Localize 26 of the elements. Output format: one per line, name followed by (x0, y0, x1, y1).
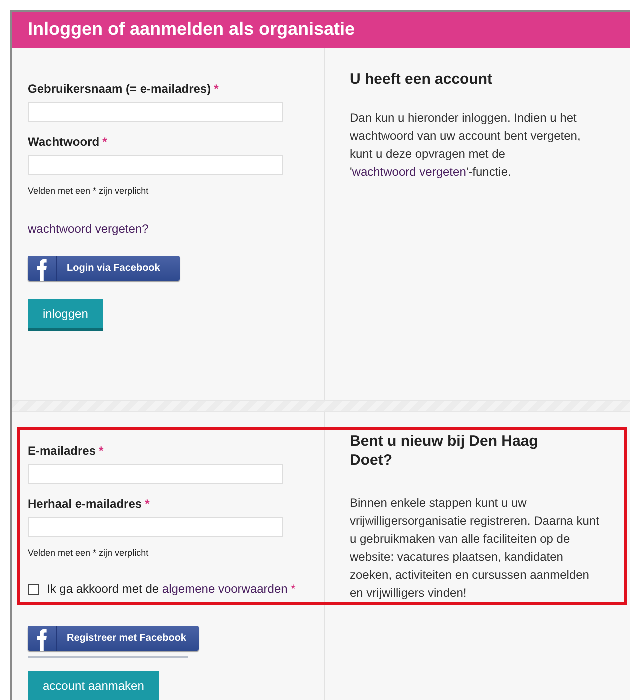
field-label: Gebruikersnaam (= e-mailadres) (28, 82, 212, 96)
required-note: Velden met een * zijn verplicht (28, 186, 150, 196)
field-label: E-mailadres (28, 444, 96, 458)
input-field[interactable] (28, 102, 283, 122)
agreement-checkbox[interactable] (28, 584, 39, 594)
input-field[interactable] (28, 155, 283, 175)
input-field[interactable] (28, 464, 283, 484)
terms-link[interactable]: algemene voorwaarden (162, 582, 288, 596)
required-mark: * (145, 497, 150, 511)
required-note: Velden met een * zijn verplicht (28, 548, 150, 558)
required-mark: * (99, 444, 104, 458)
facebook-button[interactable]: Login via Facebook (28, 256, 180, 281)
required-mark: * (102, 135, 108, 149)
forgot-password-link[interactable]: wachtwoord vergeten (352, 165, 466, 179)
info-paragraph: Dan kun u hieronder inloggen. Indien u het wachtwoord van uw account bent vergeten, kunt u deze opvragen met de 'wachtwoord vergeten'-functie. (350, 110, 582, 181)
field-label: Herhaal e-mailadres (28, 497, 142, 511)
facebook-button[interactable]: Registreer met Facebook (28, 626, 198, 651)
page-title: Inloggen of aanmelden als organisatie (12, 12, 630, 48)
section-heading: U heeft een account (350, 70, 494, 89)
info-paragraph: Binnen enkele stappen kunt u uw vrijwilligersorganisatie registreren. Daarna kunt u gebruikmaken van alle faciliteiten op de website: vacatures plaatsen, kandidaten zoeken, activiteiten en cursussen aanmelden en vrijwilligers vinden! (350, 495, 600, 602)
forgot-password-link[interactable]: wachtwoord vergeten? (28, 222, 149, 236)
agreement-label: Ik ga akkoord met de algemene voorwaarden * (47, 582, 296, 596)
input-field[interactable] (28, 517, 283, 537)
required-mark: * (214, 82, 219, 96)
field-label: Wachtwoord (28, 135, 100, 149)
section-heading: Bent u nieuw bij Den Haag Doet? (350, 432, 540, 470)
